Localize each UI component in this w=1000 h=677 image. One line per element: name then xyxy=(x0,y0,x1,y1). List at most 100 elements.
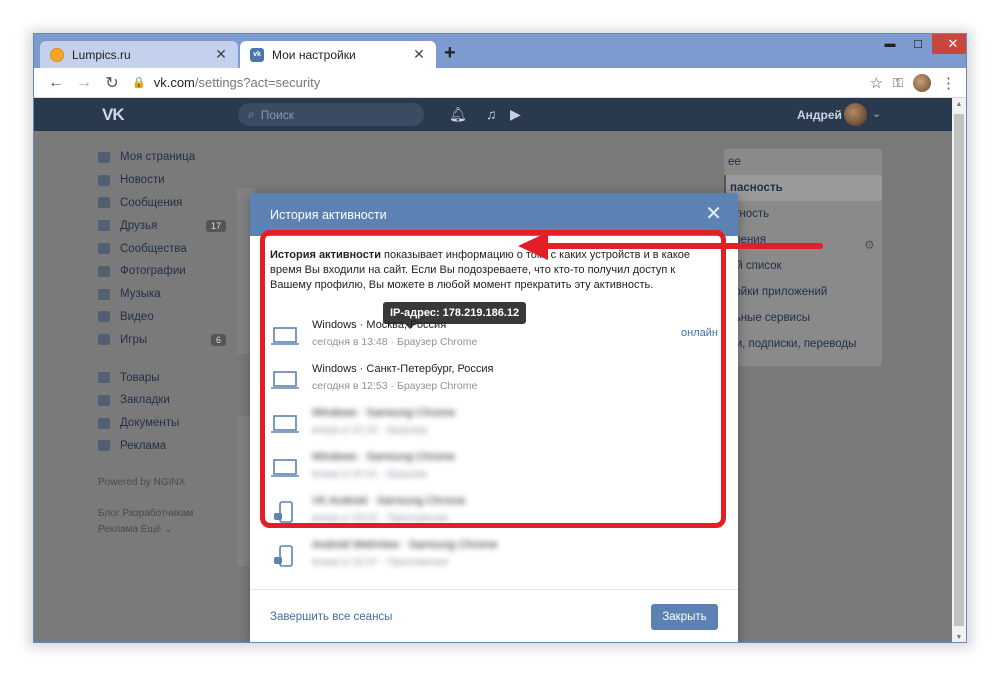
nav-label: Друзья xyxy=(120,219,158,232)
nav-item[interactable]: Моя страница xyxy=(98,146,226,169)
blurred-session-text: Android WebView · Samsung Chrome вчера в … xyxy=(312,539,498,568)
gear-icon[interactable]: ⚙ xyxy=(864,238,875,252)
home-icon xyxy=(98,151,110,163)
lumpics-favicon-icon xyxy=(50,47,64,62)
settings-menu-item[interactable]: вления xyxy=(724,227,882,253)
count-badge: 17 xyxy=(205,219,226,232)
nav-item[interactable]: Товары xyxy=(98,366,226,389)
footer-links[interactable]: Блог Разработчикам Реклама Ещё ⌄ xyxy=(98,506,226,538)
news-icon xyxy=(98,174,110,186)
settings-menu-item[interactable]: атность xyxy=(724,201,882,227)
page-scrollbar[interactable]: ▲ ▼ xyxy=(952,98,966,642)
tab-title: Lumpics.ru xyxy=(72,47,131,62)
vk-header: VK ⌕ Поиск 🔔︎ ♫ ▶ Андрей ⌄ xyxy=(34,98,952,131)
settings-menu-item[interactable]: пасность xyxy=(724,175,882,201)
vk-search-input[interactable]: ⌕ Поиск xyxy=(238,103,424,126)
scrollbar-thumb[interactable] xyxy=(954,114,964,626)
star-icon xyxy=(98,394,110,406)
close-icon[interactable]: ✕ xyxy=(705,204,722,224)
nav-item[interactable]: Друзья 17 xyxy=(98,214,226,237)
nav-item[interactable]: Видео xyxy=(98,306,226,329)
tab-title: Мои настройки xyxy=(272,47,356,62)
search-icon: ⌕ xyxy=(248,107,255,121)
nav-item[interactable]: Новости xyxy=(98,169,226,192)
settings-menu-item[interactable]: ее xyxy=(724,149,882,175)
nav-label: Музыка xyxy=(120,288,161,301)
device-name: Android WebView xyxy=(312,539,400,551)
music-note-icon[interactable]: ♫ xyxy=(486,106,497,122)
star-bookmark-icon[interactable]: ☆ xyxy=(870,74,883,92)
nav-item[interactable]: Игры 6 xyxy=(98,328,226,351)
nav-item[interactable]: Документы xyxy=(98,412,226,435)
document-icon xyxy=(98,417,110,429)
forward-arrow-icon[interactable]: → xyxy=(70,74,98,92)
address-bar[interactable]: 🔒 vk.com/settings?act=security xyxy=(132,75,832,90)
settings-menu: ее пасность атность вления ый список рой… xyxy=(724,149,882,366)
play-icon[interactable]: ▶ xyxy=(510,106,521,123)
reload-icon[interactable]: ↻ xyxy=(98,73,126,93)
tab-close-icon[interactable]: ✕ xyxy=(214,46,228,63)
nav-item[interactable]: Реклама xyxy=(98,435,226,458)
profile-avatar-icon[interactable] xyxy=(913,74,931,92)
nav-label: Сообщества xyxy=(120,242,187,255)
back-arrow-icon[interactable]: ← xyxy=(42,74,70,92)
settings-menu-item[interactable]: ройки приложений xyxy=(724,279,882,305)
window-controls: ▬ ☐ ✕ xyxy=(876,34,966,54)
session-location: Samsung Chrome xyxy=(408,539,498,551)
settings-menu-item[interactable]: жи, подписки, переводы xyxy=(724,331,882,357)
vk-user-name[interactable]: Андрей xyxy=(797,108,842,122)
tab-close-icon[interactable]: ✕ xyxy=(412,46,426,63)
footer-links-row[interactable]: Реклама Ещё ⌄ xyxy=(98,522,226,538)
url-host: vk.com xyxy=(153,75,195,90)
gamepad-icon xyxy=(98,334,110,346)
friends-icon xyxy=(98,220,110,232)
end-all-sessions-link[interactable]: Завершить все сеансы xyxy=(270,611,392,623)
toolbar-actions: ☆ ⚿ ⋮ xyxy=(870,68,956,98)
count-badge: 6 xyxy=(210,333,226,346)
tab-settings[interactable]: vk Мои настройки ✕ xyxy=(240,41,436,68)
vk-logo[interactable]: VK xyxy=(102,105,125,125)
maximize-button[interactable]: ☐ xyxy=(904,34,932,54)
key-icon[interactable]: ⚿ xyxy=(893,75,903,91)
nav-label: Видео xyxy=(120,310,154,323)
powered-by: Powered by NGINX xyxy=(98,477,186,489)
tab-lumpics[interactable]: Lumpics.ru ✕ xyxy=(40,41,238,68)
close-window-button[interactable]: ✕ xyxy=(932,34,966,54)
nav-item[interactable]: Сообщества xyxy=(98,237,226,260)
vk-left-nav: Моя страница Новости Сообщения Друзья 17 … xyxy=(98,146,226,538)
shopping-bag-icon xyxy=(98,372,110,384)
browser-toolbar: ← → ↻ 🔒 vk.com/settings?act=security ☆ ⚿… xyxy=(34,68,966,98)
menu-dots-icon[interactable]: ⋮ xyxy=(941,74,956,92)
nav-item[interactable]: Сообщения xyxy=(98,192,226,215)
scroll-down-icon[interactable]: ▼ xyxy=(952,634,966,641)
dialog-title: История активности xyxy=(270,207,387,222)
bell-icon[interactable]: 🔔︎ xyxy=(449,106,467,123)
megaphone-icon xyxy=(98,440,110,452)
nav-label: Документы xyxy=(120,417,180,430)
search-placeholder: Поиск xyxy=(260,107,294,122)
new-tab-button[interactable]: + xyxy=(444,42,456,65)
nav-item[interactable]: Закладки xyxy=(98,389,226,412)
settings-menu-item[interactable]: льные сервисы xyxy=(724,305,882,331)
android-phone-icon xyxy=(274,545,293,567)
session-row[interactable]: Android WebView · Samsung Chrome вчера в … xyxy=(270,539,718,583)
nav-label: Закладки xyxy=(120,394,170,407)
video-icon xyxy=(98,311,110,323)
lock-icon: 🔒 xyxy=(132,77,146,89)
groups-icon xyxy=(98,243,110,255)
message-icon xyxy=(98,197,110,209)
settings-menu-item[interactable]: ый список xyxy=(724,253,882,279)
highlight-frame xyxy=(260,230,726,528)
scroll-up-icon[interactable]: ▲ xyxy=(952,101,966,108)
minimize-button[interactable]: ▬ xyxy=(876,34,904,54)
nav-label: Реклама xyxy=(120,439,167,452)
chevron-down-icon[interactable]: ⌄ xyxy=(872,107,881,120)
close-dialog-button[interactable]: Закрыть xyxy=(651,604,718,630)
nav-item[interactable]: Музыка xyxy=(98,283,226,306)
nav-item[interactable]: Фотографии xyxy=(98,260,226,283)
nav-label: Сообщения xyxy=(120,196,183,209)
footer-links-row[interactable]: Блог Разработчикам xyxy=(98,506,226,522)
session-time: вчера в 16:37 xyxy=(312,556,378,568)
vk-user-avatar[interactable] xyxy=(844,103,867,126)
nav-label: Моя страница xyxy=(120,151,196,164)
